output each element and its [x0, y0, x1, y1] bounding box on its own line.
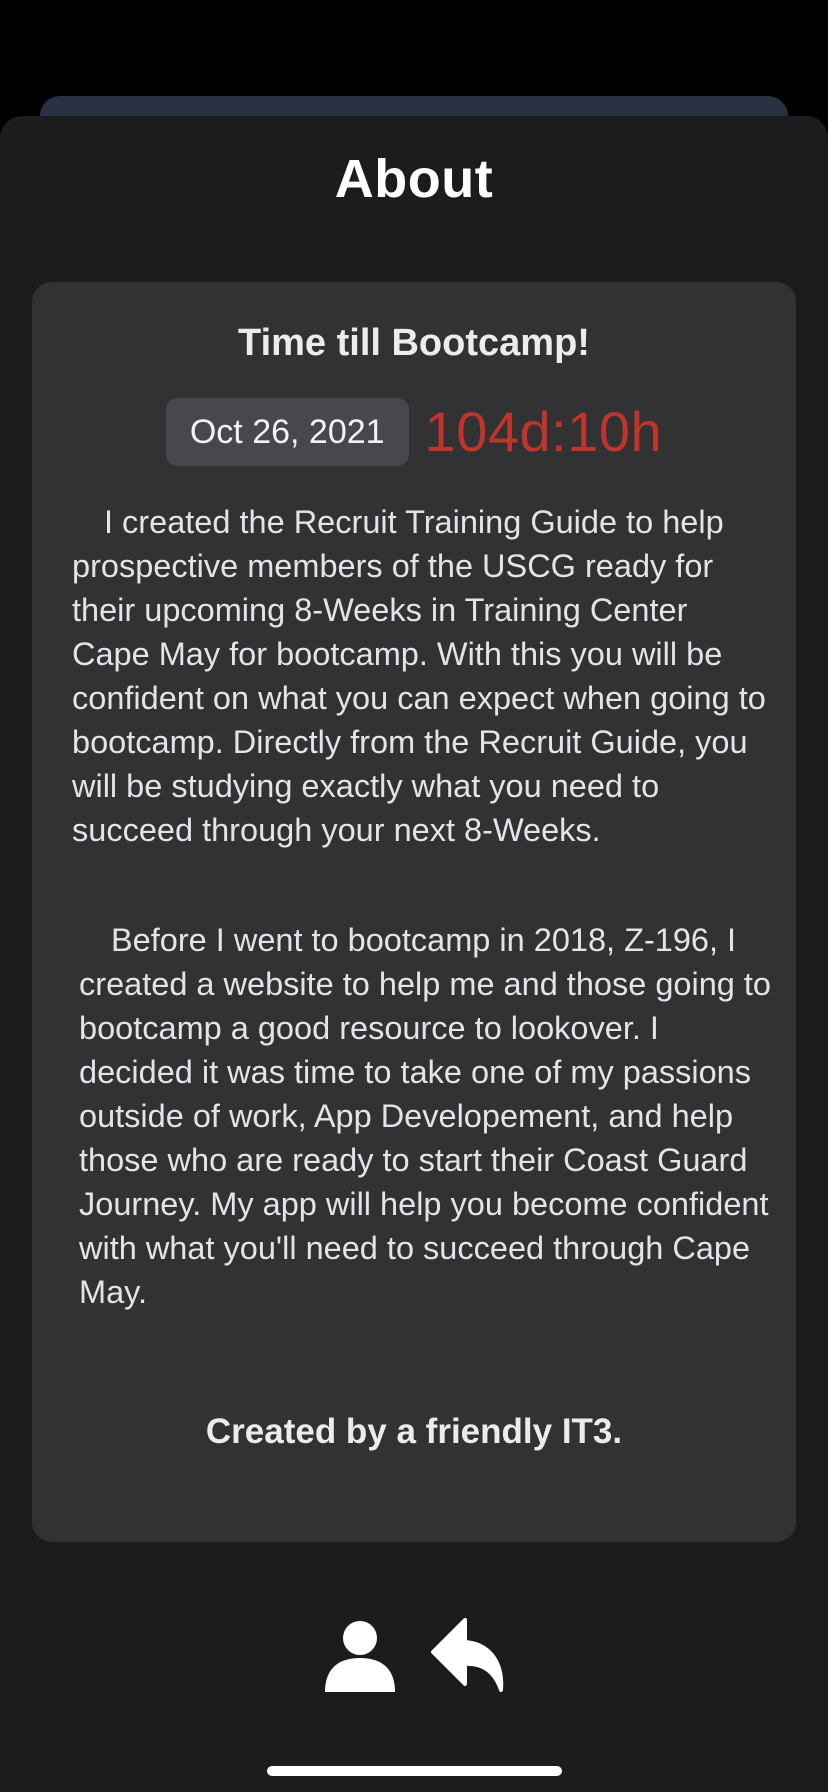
screen: About Time till Bootcamp! Oct 26, 2021 1… [0, 0, 828, 1792]
page-title: About [334, 149, 494, 209]
countdown-value: 104d:10h [424, 400, 663, 463]
bottom-toolbar [0, 1618, 828, 1692]
about-paragraph-1: I created the Recruit Training Guide to … [72, 504, 766, 848]
author-signature: Created by a friendly IT3. [205, 1412, 623, 1451]
about-card: Time till Bootcamp! Oct 26, 2021 104d:10… [32, 282, 796, 1542]
about-paragraph-2: Before I went to bootcamp in 2018, Z-196… [79, 922, 771, 1310]
person-icon[interactable] [323, 1618, 397, 1692]
reply-arrow-icon[interactable] [431, 1618, 505, 1692]
date-row: Oct 26, 2021 104d:10h [32, 398, 796, 466]
home-indicator [267, 1766, 562, 1776]
countdown-heading: Time till Bootcamp! [238, 322, 590, 364]
bootcamp-date-picker[interactable]: Oct 26, 2021 [165, 398, 409, 466]
